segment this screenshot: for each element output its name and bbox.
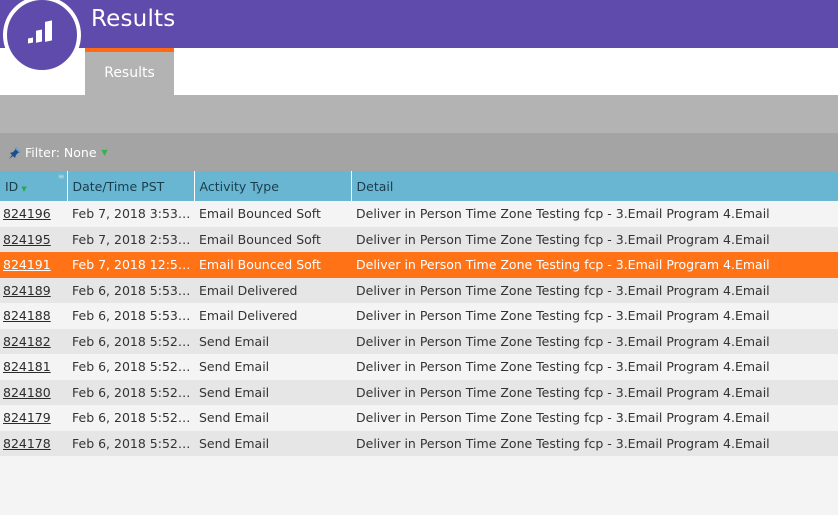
cell-datetime: Feb 7, 2018 12:53 ...	[67, 252, 194, 278]
cell-activity-type: Send Email	[194, 354, 351, 380]
pin-icon	[9, 146, 21, 159]
results-table: ID ▼ ≡ Date/Time PST Activity Type Detail …	[0, 171, 838, 456]
activity-id-link[interactable]: 824180	[3, 385, 51, 400]
filter-control[interactable]: Filter: None ▼	[8, 145, 108, 160]
table-row[interactable]: 824195 Feb 7, 2018 2:53 PM Email Bounced…	[0, 226, 838, 252]
cell-id: 824196	[0, 201, 67, 227]
table-row-selected[interactable]: 824191 Feb 7, 2018 12:53 ... Email Bounc…	[0, 252, 838, 278]
cell-activity-type: Send Email	[194, 328, 351, 354]
cell-datetime: Feb 6, 2018 5:53 PM	[67, 303, 194, 329]
cell-activity-type: Email Bounced Soft	[194, 201, 351, 227]
column-header-activity-type[interactable]: Activity Type	[194, 171, 352, 201]
cell-activity-type: Email Bounced Soft	[194, 252, 351, 278]
table-row[interactable]: 824180 Feb 6, 2018 5:52 PM Send Email De…	[0, 379, 838, 405]
cell-detail: Deliver in Person Time Zone Testing fcp …	[351, 328, 838, 354]
cell-detail: Deliver in Person Time Zone Testing fcp …	[351, 201, 838, 227]
cell-datetime: Feb 7, 2018 2:53 PM	[67, 226, 194, 252]
cell-activity-type: Email Delivered	[194, 303, 351, 329]
cell-activity-type: Email Bounced Soft	[194, 226, 351, 252]
cell-detail: Deliver in Person Time Zone Testing fcp …	[351, 430, 838, 456]
filter-bar: Filter: None ▼	[0, 133, 838, 171]
cell-detail: Deliver in Person Time Zone Testing fcp …	[351, 405, 838, 431]
column-header-id[interactable]: ID ▼ ≡	[0, 171, 68, 201]
marketo-bars-icon	[28, 20, 52, 44]
activity-id-link[interactable]: 824181	[3, 359, 51, 374]
tab-results[interactable]: Results	[85, 48, 174, 95]
table-row[interactable]: 824182 Feb 6, 2018 5:52 PM Send Email De…	[0, 328, 838, 354]
cell-detail: Deliver in Person Time Zone Testing fcp …	[351, 303, 838, 329]
table-row[interactable]: 824196 Feb 7, 2018 3:53 PM Email Bounced…	[0, 201, 838, 227]
cell-id: 824178	[0, 430, 67, 456]
cell-activity-type: Send Email	[194, 430, 351, 456]
cell-id: 824191	[0, 252, 67, 278]
toolbar	[0, 95, 838, 133]
table-row[interactable]: 824179 Feb 6, 2018 5:52 PM Send Email De…	[0, 405, 838, 431]
cell-detail: Deliver in Person Time Zone Testing fcp …	[351, 354, 838, 380]
activity-id-link[interactable]: 824178	[3, 436, 51, 451]
cell-id: 824181	[0, 354, 67, 380]
cell-activity-type: Send Email	[194, 379, 351, 405]
sort-descending-icon[interactable]: ▼	[21, 185, 26, 193]
table-row[interactable]: 824178 Feb 6, 2018 5:52 PM Send Email De…	[0, 430, 838, 456]
column-header-detail[interactable]: Detail	[351, 171, 838, 201]
table-row[interactable]: 824181 Feb 6, 2018 5:52 PM Send Email De…	[0, 354, 838, 380]
chevron-down-icon[interactable]: ▼	[102, 148, 108, 157]
activity-id-link[interactable]: 824189	[3, 283, 51, 298]
cell-id: 824188	[0, 303, 67, 329]
table-header-row: ID ▼ ≡ Date/Time PST Activity Type Detail	[0, 171, 838, 201]
cell-id: 824189	[0, 277, 67, 303]
cell-datetime: Feb 6, 2018 5:53 PM	[67, 277, 194, 303]
page-title: Results	[91, 6, 176, 32]
cell-detail: Deliver in Person Time Zone Testing fcp …	[351, 379, 838, 405]
cell-datetime: Feb 6, 2018 5:52 PM	[67, 405, 194, 431]
cell-id: 824180	[0, 379, 67, 405]
activity-id-link[interactable]: 824191	[3, 257, 51, 272]
cell-id: 824195	[0, 226, 67, 252]
cell-detail: Deliver in Person Time Zone Testing fcp …	[351, 277, 838, 303]
cell-activity-type: Email Delivered	[194, 277, 351, 303]
cell-detail: Deliver in Person Time Zone Testing fcp …	[351, 252, 838, 278]
table-row[interactable]: 824189 Feb 6, 2018 5:53 PM Email Deliver…	[0, 277, 838, 303]
cell-datetime: Feb 6, 2018 5:52 PM	[67, 328, 194, 354]
activity-id-link[interactable]: 824179	[3, 410, 51, 425]
tab-bar: Results	[0, 48, 838, 95]
cell-id: 824179	[0, 405, 67, 431]
activity-id-link[interactable]: 824195	[3, 232, 51, 247]
cell-id: 824182	[0, 328, 67, 354]
column-header-datetime[interactable]: Date/Time PST	[67, 171, 195, 201]
cell-datetime: Feb 6, 2018 5:52 PM	[67, 379, 194, 405]
table-row[interactable]: 824188 Feb 6, 2018 5:53 PM Email Deliver…	[0, 303, 838, 329]
cell-datetime: Feb 6, 2018 5:52 PM	[67, 354, 194, 380]
activity-id-link[interactable]: 824182	[3, 334, 51, 349]
activity-id-link[interactable]: 824188	[3, 308, 51, 323]
cell-activity-type: Send Email	[194, 405, 351, 431]
cell-datetime: Feb 7, 2018 3:53 PM	[67, 201, 194, 227]
cell-datetime: Feb 6, 2018 5:52 PM	[67, 430, 194, 456]
column-menu-icon[interactable]: ≡	[58, 172, 65, 181]
cell-detail: Deliver in Person Time Zone Testing fcp …	[351, 226, 838, 252]
app-header: Results	[0, 0, 838, 48]
filter-label: Filter: None	[25, 145, 97, 160]
activity-id-link[interactable]: 824196	[3, 206, 51, 221]
